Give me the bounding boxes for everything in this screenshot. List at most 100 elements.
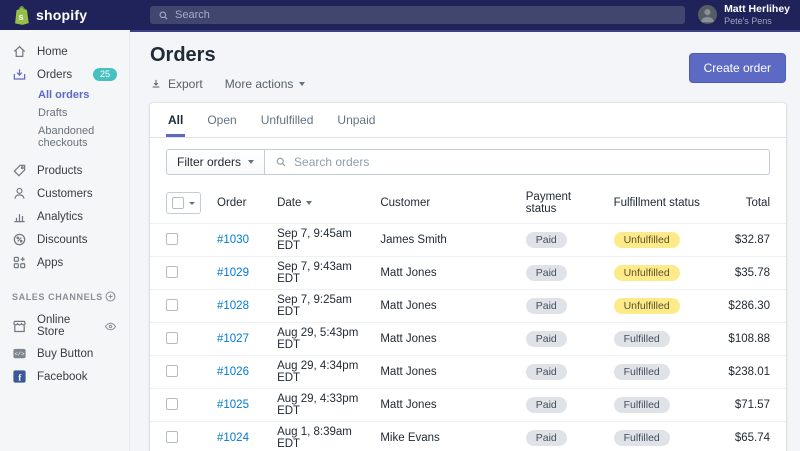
orders-icon [12,67,27,82]
select-all-control[interactable] [166,192,201,214]
global-search-input[interactable] [175,9,677,21]
select-all-checkbox[interactable] [172,197,184,209]
sidebar-item-customers[interactable]: Customers [0,182,129,205]
order-customer: James Smith [372,224,517,257]
home-icon [12,44,27,59]
chevron-down-icon [189,202,195,205]
row-checkbox[interactable] [166,365,178,377]
column-header-fulfillment-status[interactable]: Fulfillment status [606,186,721,224]
order-total: $71.57 [720,389,786,422]
payment-status-badge: Paid [526,232,567,248]
table-row[interactable]: #1030 Sep 7, 9:45am EDT James Smith Paid… [150,224,786,257]
tab-unpaid[interactable]: Unpaid [335,103,377,137]
row-checkbox[interactable] [166,299,178,311]
tab-all[interactable]: All [166,103,185,137]
order-total: $286.30 [720,290,786,323]
column-header-total[interactable]: Total [720,186,786,224]
sidebar-item-facebook[interactable]: f Facebook [0,365,129,388]
online-store-icon [12,319,27,334]
sidebar-item-home[interactable]: Home [0,40,129,63]
search-icon [275,156,287,168]
order-date: Aug 29, 4:34pm EDT [269,356,372,389]
column-header-date[interactable]: Date [269,186,372,224]
row-checkbox[interactable] [166,332,178,344]
tab-open[interactable]: Open [205,103,238,137]
sidebar-item-analytics[interactable]: Analytics [0,205,129,228]
order-date: Sep 7, 9:45am EDT [269,224,372,257]
fulfillment-status-badge: Fulfilled [614,430,670,446]
search-icon [158,10,169,21]
table-row[interactable]: #1029 Sep 7, 9:43am EDT Matt Jones Paid … [150,257,786,290]
row-checkbox[interactable] [166,398,178,410]
user-store: Pete's Pens [724,16,790,27]
order-customer: Matt Jones [372,290,517,323]
global-search[interactable] [150,6,685,24]
row-checkbox[interactable] [166,266,178,278]
order-customer: Matt Jones [372,323,517,356]
svg-text:</>: </> [14,351,25,358]
column-header-customer[interactable]: Customer [372,186,517,224]
table-row[interactable]: #1024 Aug 1, 8:39am EDT Mike Evans Paid … [150,422,786,451]
order-link[interactable]: #1025 [217,399,249,411]
products-icon [12,163,27,178]
sidebar-item-apps[interactable]: Apps [0,251,129,274]
order-link[interactable]: #1030 [217,234,249,246]
orders-table: Order Date Customer Payment status Fulfi… [150,186,786,451]
table-row[interactable]: #1026 Aug 29, 4:34pm EDT Matt Jones Paid… [150,356,786,389]
sidebar-item-abandoned-checkouts[interactable]: Abandoned checkouts [0,122,129,152]
buy-button-icon: </> [12,346,27,361]
order-link[interactable]: #1029 [217,267,249,279]
sidebar-item-all-orders[interactable]: All orders [0,86,129,104]
user-name: Matt Herlihey [724,3,790,16]
order-total: $65.74 [720,422,786,451]
view-store-eye-icon[interactable] [104,320,117,333]
create-order-button[interactable]: Create order [689,53,786,83]
order-link[interactable]: #1024 [217,432,249,444]
discounts-icon [12,232,27,247]
payment-status-badge: Paid [526,331,567,347]
row-checkbox[interactable] [166,233,178,245]
more-actions-button[interactable]: More actions [225,77,306,91]
row-checkbox[interactable] [166,431,178,443]
sidebar-item-drafts[interactable]: Drafts [0,104,129,122]
table-row[interactable]: #1027 Aug 29, 5:43pm EDT Matt Jones Paid… [150,323,786,356]
sidebar-item-discounts[interactable]: Discounts [0,228,129,251]
payment-status-badge: Paid [526,397,567,413]
user-menu[interactable]: Matt Herlihey Pete's Pens [698,3,790,27]
orders-search-input[interactable] [294,155,759,169]
add-sales-channel-button[interactable] [104,290,117,303]
payment-status-badge: Paid [526,364,567,380]
order-date: Aug 1, 8:39am EDT [269,422,372,451]
orders-table-body: #1030 Sep 7, 9:45am EDT James Smith Paid… [150,224,786,451]
customers-icon [12,186,27,201]
export-icon [150,78,162,90]
table-row[interactable]: #1025 Aug 29, 4:33pm EDT Matt Jones Paid… [150,389,786,422]
order-date: Sep 7, 9:43am EDT [269,257,372,290]
tab-unfulfilled[interactable]: Unfulfilled [259,103,316,137]
fulfillment-status-badge: Fulfilled [614,364,670,380]
sidebar-item-products[interactable]: Products [0,159,129,182]
order-link[interactable]: #1026 [217,366,249,378]
fulfillment-status-badge: Unfulfilled [614,298,680,314]
column-header-payment-status[interactable]: Payment status [518,186,606,224]
sidebar-item-buy-button[interactable]: </> Buy Button [0,342,129,365]
topbar-accent-line [130,30,800,32]
order-customer: Matt Jones [372,257,517,290]
order-link[interactable]: #1028 [217,300,249,312]
main-content: Orders Export More actions Create order [130,32,800,451]
sidebar-item-orders[interactable]: Orders 25 [0,63,129,86]
order-link[interactable]: #1027 [217,333,249,345]
fulfillment-status-badge: Unfulfilled [614,265,680,281]
sidebar-item-online-store[interactable]: Online Store [0,310,129,342]
shopify-logo[interactable]: s shopify [0,5,130,26]
export-button[interactable]: Export [150,77,203,91]
order-customer: Mike Evans [372,422,517,451]
orders-search[interactable] [265,149,770,175]
topbar: s shopify Matt Herlihey Pete's Pens [0,0,800,30]
orders-count-badge: 25 [93,68,117,82]
order-tabs: All Open Unfulfilled Unpaid [150,103,786,138]
column-header-order[interactable]: Order [209,186,269,224]
filter-orders-button[interactable]: Filter orders [166,149,265,175]
page-title: Orders [150,44,305,67]
table-row[interactable]: #1028 Sep 7, 9:25am EDT Matt Jones Paid … [150,290,786,323]
